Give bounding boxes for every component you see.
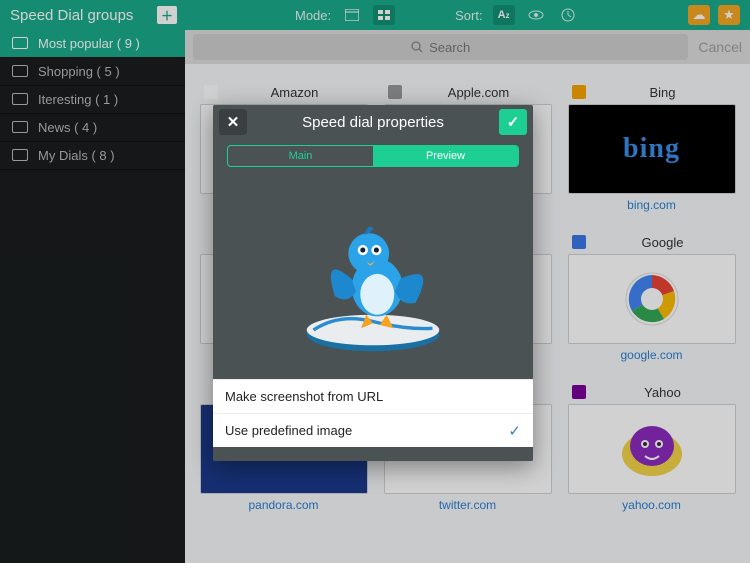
modal-options: Make screenshot from URL Use predefined …: [213, 379, 533, 447]
modal-footer: [213, 447, 533, 461]
modal-header: ✕ Speed dial properties ✓: [213, 105, 533, 139]
tab-main[interactable]: Main: [228, 146, 373, 166]
option-make-screenshot[interactable]: Make screenshot from URL: [213, 379, 533, 413]
option-label: Make screenshot from URL: [225, 389, 383, 404]
modal-title: Speed dial properties: [253, 114, 493, 131]
option-use-predefined[interactable]: Use predefined image ✓: [213, 413, 533, 447]
tab-preview[interactable]: Preview: [373, 146, 518, 166]
modal-tabs: Main Preview: [227, 145, 519, 167]
preview-bird-surf-icon: [288, 194, 458, 364]
speed-dial-properties-modal: ✕ Speed dial properties ✓ Main Preview: [213, 105, 533, 461]
preview-image-area: [213, 179, 533, 379]
check-icon: ✓: [508, 422, 521, 440]
confirm-button[interactable]: ✓: [499, 109, 527, 135]
close-button[interactable]: ✕: [219, 109, 247, 135]
option-label: Use predefined image: [225, 423, 352, 438]
